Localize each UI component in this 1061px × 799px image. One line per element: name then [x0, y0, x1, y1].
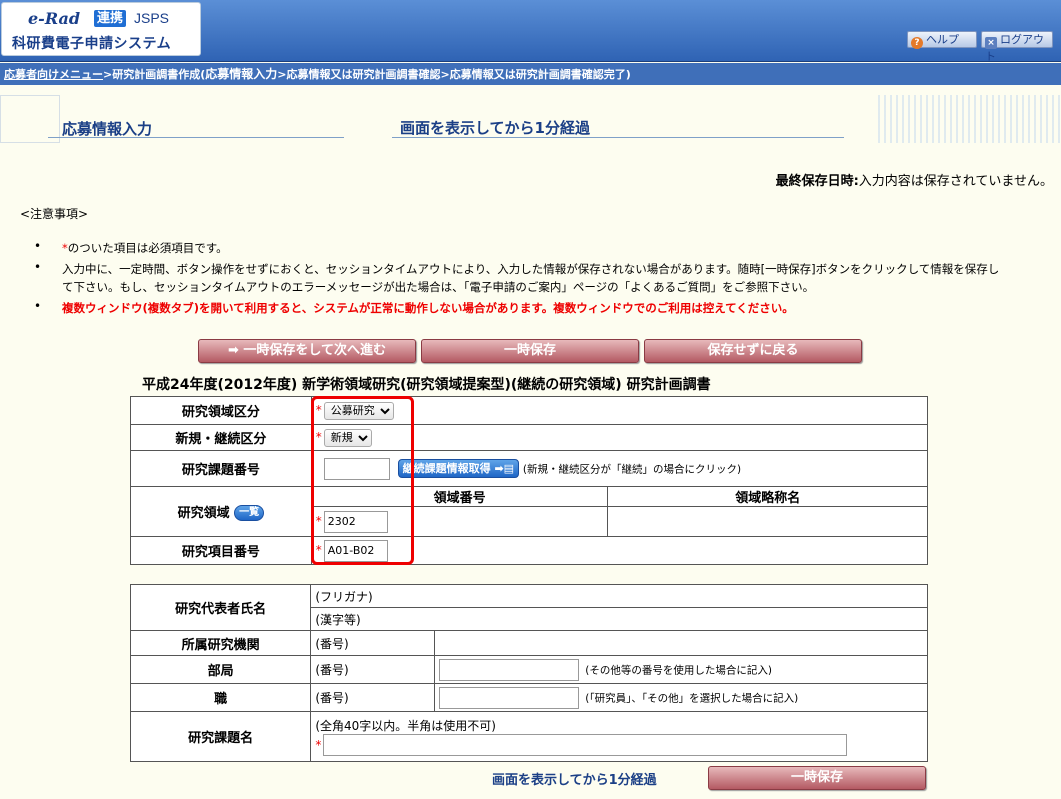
project-title-label: 研究課題名 [129, 711, 312, 762]
back-without-save-button[interactable]: 保存せずに戻る [644, 339, 862, 363]
note-session-line1: 入力中に、一定時間、ボタン操作をせずにおくと、セッションタイムアウトにより、入力… [62, 262, 1000, 276]
project-number-label: 研究課題番号 [130, 450, 312, 487]
note-bullet: • [34, 299, 42, 313]
position-note: (「研究員」、「その他」を選択した場合に記入) [585, 692, 799, 704]
form-title: 平成24年度(2012年度) 新学術領域研究(研究領域提案型)(継続の研究領域)… [142, 377, 711, 393]
help-label: ヘルプ [926, 33, 959, 46]
position-number-label: (番号) [315, 691, 349, 705]
note-bullet: • [34, 260, 42, 274]
timer-underline [392, 137, 844, 138]
department-other-input[interactable] [439, 658, 580, 681]
logo-renkei-badge: 連携 [94, 10, 127, 27]
title-decoration-left [0, 95, 60, 143]
item-number-label: 研究項目番号 [130, 536, 312, 565]
notes-heading: <注意事項> [20, 207, 89, 221]
new-continue-label: 新規・継続区分 [130, 424, 312, 451]
department-number-label: (番号) [315, 663, 349, 677]
position-other-input[interactable] [439, 686, 580, 709]
app-header: e-Rad 連携 JSPS 科研費電子申請システム ? ヘルプ × ログアウト [0, 0, 1061, 63]
note-multi-window: 複数ウィンドウ(複数タブ)を開いて利用すると、システムが正常に動作しない場合があ… [62, 301, 794, 315]
last-saved-status: 最終保存日時:入力内容は保存されていません。 [776, 170, 1053, 189]
research-area-label-cell: 研究領域 一覧 [130, 486, 312, 537]
department-label: 部局 [129, 655, 312, 684]
page-title: 応募情報入力 [62, 120, 153, 138]
project-title-cell: (全角40字以内。半角は使用不可) * [310, 711, 928, 762]
position-value-cell: (「研究員」、「その他」を選択した場合に記入) [434, 683, 928, 712]
research-area-label: 研究領域 [177, 505, 230, 521]
furigana-cell: (フリガナ) [310, 584, 928, 608]
institution-label: 所属研究機関 [129, 630, 312, 656]
save-button-bottom[interactable]: 一時保存 [708, 766, 926, 790]
close-icon: × [985, 37, 997, 49]
area-category-label: 研究領域区分 [130, 396, 312, 425]
logo-jsps-text: JSPS [134, 10, 170, 26]
save-and-next-button[interactable]: ➡ 一時保存をして次へ進む [198, 339, 416, 363]
breadcrumb-step1: >研究計画調書作成( [103, 68, 206, 81]
institution-number-cell: (番号) [310, 630, 436, 656]
department-value-cell: (その他等の番号を使用した場合に記入) [434, 655, 928, 684]
researcher-info-table: 研究代表者氏名 (フリガナ) (漢字等) 所属研究機関 (番号) 部局 (番号)… [129, 584, 928, 762]
breadcrumb-step2: >応募情報又は研究計画調書確認>応募情報又は研究計画調書確認完了) [277, 68, 631, 81]
kanji-cell: (漢字等) [310, 607, 928, 631]
kanji-label: (漢字等) [315, 612, 361, 627]
required-mark: * [315, 737, 322, 752]
institution-value-cell [434, 630, 928, 656]
logout-button[interactable]: × ログアウト [981, 31, 1053, 63]
project-title-hint: (全角40字以内。半角は使用不可) [315, 719, 496, 733]
note-session-line2: て下さい。もし、セッションタイムアウトのエラーメッセージが出た場合は、「電子申請… [62, 280, 815, 294]
position-label: 職 [129, 683, 312, 712]
pi-name-label: 研究代表者氏名 [129, 584, 312, 631]
project-title-input[interactable] [323, 734, 848, 756]
fetch-continuing-info-button[interactable]: 継続課題情報取得 ➡▤ [397, 459, 520, 478]
note-required: *のついた項目は必須項目です。 [62, 239, 1042, 257]
help-button[interactable]: ? ヘルプ [907, 31, 977, 49]
note-required-text: のついた項目は必須項目です。 [67, 241, 228, 255]
fetch-note: (新規・継続区分が「継続」の場合にクリック) [522, 463, 742, 475]
list-button[interactable]: 一覧 [234, 505, 265, 522]
breadcrumb-menu-link[interactable]: 応募者向けメニュー [4, 68, 103, 81]
save-button[interactable]: 一時保存 [421, 339, 639, 363]
breadcrumb: 応募者向けメニュー>研究計画調書作成(応募情報入力>応募情報又は研究計画調書確認… [0, 63, 1061, 85]
col-area-abbr: 領域略称名 [607, 486, 928, 507]
position-number-cell: (番号) [310, 683, 436, 712]
department-note: (その他等の番号を使用した場合に記入) [585, 664, 772, 676]
logo-system-name: 科研費電子申請システム [12, 36, 172, 52]
help-icon: ? [911, 37, 923, 49]
application-info-table: 研究領域区分 * 公募研究 新規・継続区分 * 新規 研究課題番号 継続課題情報取得… [130, 396, 929, 565]
area-abbr-cell [607, 506, 928, 537]
arrow-right-icon: ➡▤ [494, 462, 515, 475]
note-bullet: • [34, 239, 42, 253]
logo: e-Rad 連携 JSPS 科研費電子申請システム [1, 2, 201, 56]
department-number-cell: (番号) [310, 655, 436, 684]
title-decoration-right [878, 95, 1061, 143]
breadcrumb-current: 応募情報入力 [205, 67, 278, 81]
highlight-frame [311, 396, 414, 565]
last-saved-value: 入力内容は保存されていません。 [858, 174, 1053, 189]
elapsed-timer-bottom: 画面を表示してから1分経過 [492, 773, 657, 788]
elapsed-timer: 画面を表示してから1分経過 [400, 119, 590, 137]
note-session: 入力中に、一定時間、ボタン操作をせずにおくと、セッションタイムアウトにより、入力… [62, 260, 1042, 296]
logo-erad-text: e-Rad [28, 9, 81, 28]
furigana-label: (フリガナ) [315, 589, 373, 604]
fetch-continuing-info-label: 継続課題情報取得 [402, 462, 491, 475]
institution-number-label: (番号) [315, 636, 349, 651]
page-title-underline [48, 137, 344, 138]
last-saved-label: 最終保存日時: [775, 174, 859, 189]
